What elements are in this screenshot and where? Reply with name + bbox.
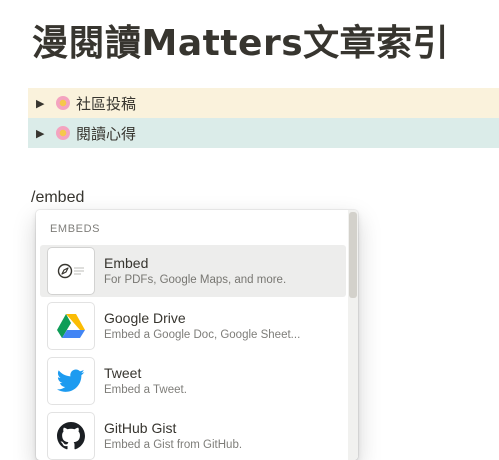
google-drive-icon (48, 303, 94, 349)
menu-item-name: Google Drive (104, 310, 186, 326)
slash-command-text[interactable]: /embed (31, 189, 84, 207)
scrollbar-thumb[interactable] (349, 212, 357, 298)
toggle-label: 閱讀心得 (76, 124, 137, 143)
toggle-block-reading-notes[interactable]: ▶ 閱讀心得 (28, 118, 499, 148)
menu-item-google-drive[interactable]: Google Drive Embed a Google Doc, Google … (40, 300, 346, 352)
menu-item-name: Tweet (104, 365, 142, 381)
compass-icon (48, 248, 94, 294)
menu-item-description: For PDFs, Google Maps, and more. (104, 274, 287, 286)
embed-command-menu: EMBEDS Embed For PDFs, Google Maps, and … (36, 210, 358, 460)
menu-item-description: Embed a Google Doc, Google Sheet... (104, 329, 301, 341)
menu-item-name: Embed (104, 255, 149, 271)
menu-item-embed[interactable]: Embed For PDFs, Google Maps, and more. (40, 245, 346, 297)
github-icon (48, 413, 94, 459)
toggle-arrow-icon[interactable]: ▶ (36, 127, 46, 140)
menu-item-tweet[interactable]: Tweet Embed a Tweet. (40, 355, 346, 407)
menu-item-name: GitHub Gist (104, 420, 177, 436)
menu-item-description: Embed a Tweet. (104, 384, 187, 396)
twitter-bird-icon (48, 358, 94, 404)
menu-section-header: EMBEDS (50, 223, 101, 235)
toggle-label: 社區投稿 (76, 94, 137, 113)
page-title[interactable]: 漫閱讀Matters文章索引 (32, 14, 449, 66)
menu-scrollbar[interactable] (348, 210, 358, 460)
menu-item-github-gist[interactable]: GitHub Gist Embed a Gist from GitHub. (40, 410, 346, 460)
toggle-block-community[interactable]: ▶ 社區投稿 (28, 88, 499, 118)
cherry-blossom-icon (56, 96, 70, 110)
cherry-blossom-icon (56, 126, 70, 140)
menu-item-description: Embed a Gist from GitHub. (104, 439, 243, 451)
toggle-arrow-icon[interactable]: ▶ (36, 97, 46, 110)
